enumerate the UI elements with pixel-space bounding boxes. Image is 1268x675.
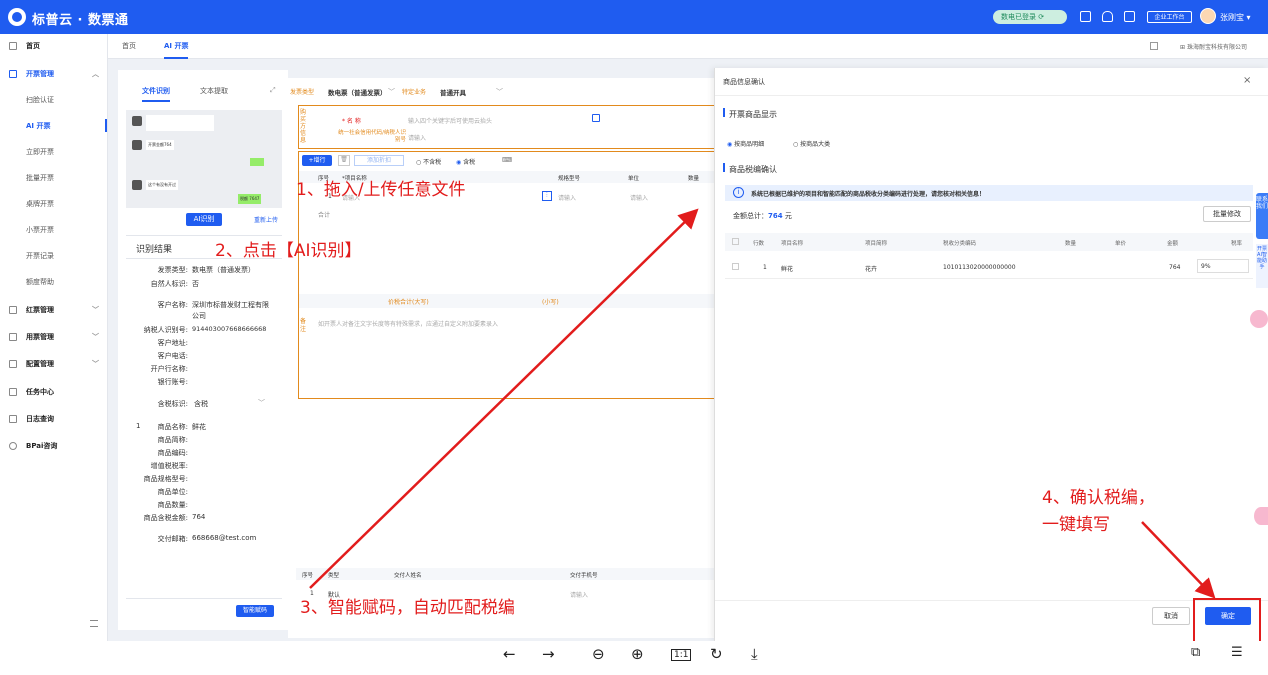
rotate-icon[interactable]: ↻ [710, 645, 723, 663]
arrow-to-confirm [1141, 521, 1216, 599]
annotation-arrows [309, 208, 1216, 599]
annotation-step4-line2: 一键填写 [1042, 515, 1110, 535]
actual-size-icon[interactable]: 1:1 [671, 649, 692, 661]
annotation-step2: 2、点击【AI识别】 [215, 241, 362, 261]
translate-icon[interactable]: ⧉ [1191, 645, 1200, 660]
download-icon[interactable]: ⤓ [751, 645, 758, 663]
annotation-step3: 3、智能赋码，自动匹配税编 [300, 598, 515, 618]
previous-icon[interactable]: ← [503, 645, 516, 663]
ocr-icon[interactable]: ☰ [1231, 645, 1243, 660]
zoom-in-icon[interactable]: ⊕ [631, 645, 644, 663]
annotation-step1: 1、拖入/上传任意文件 [296, 180, 466, 200]
annotation-step4-line1: 4、确认税编， [1042, 488, 1155, 508]
arrow-to-dialog [309, 208, 699, 589]
next-icon[interactable]: → [542, 645, 555, 663]
zoom-out-icon[interactable]: ⊖ [592, 645, 605, 663]
